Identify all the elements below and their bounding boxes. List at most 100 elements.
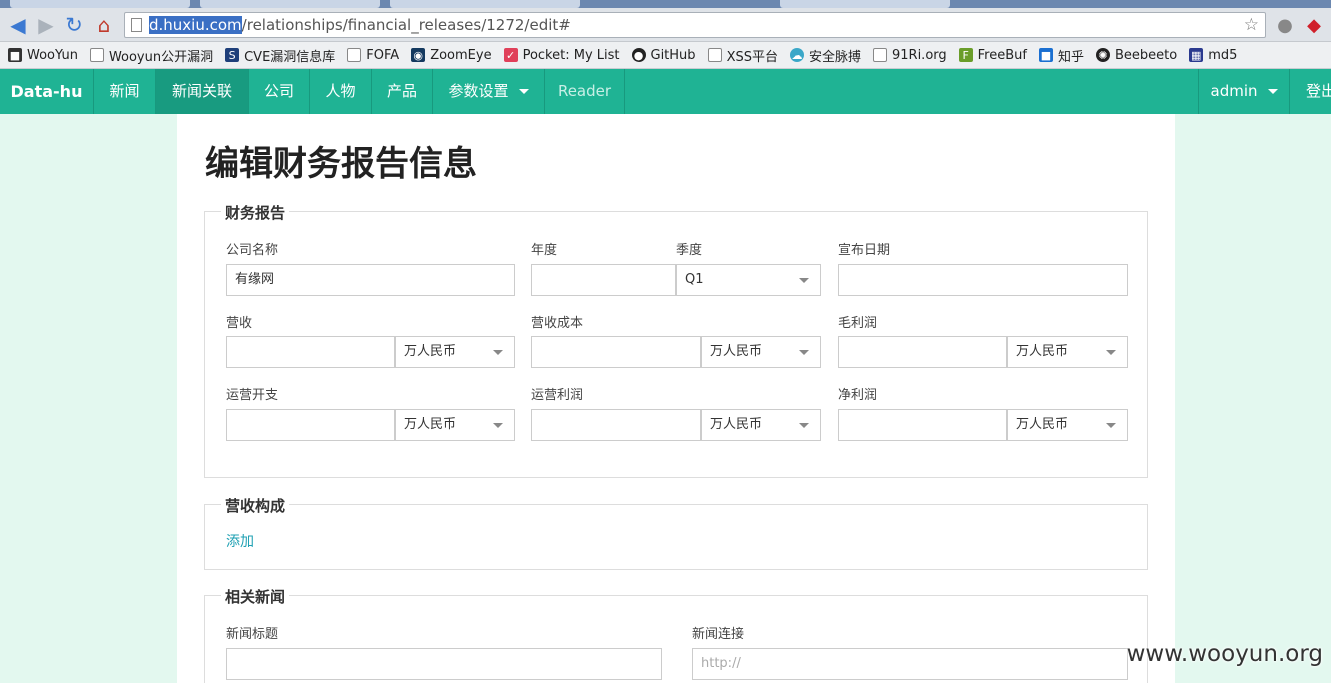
bookmarks-bar: ■ WooYun Wooyun公开漏洞 S CVE漏洞信息库 FOFA ◉ ZoomE… <box>0 42 1331 69</box>
user-menu-dropdown[interactable]: admin <box>1198 69 1290 114</box>
nav-people[interactable]: 人物 <box>310 69 372 114</box>
news-title-label: 新闻标题 <box>226 627 279 642</box>
related-news-fieldset: 相关新闻 新闻标题 新闻连接 http:// <box>204 586 1148 683</box>
operating-profit-currency-select[interactable]: 万人民币 <box>701 409 821 441</box>
user-name: admin <box>1210 82 1258 100</box>
bookmark-github[interactable]: ● GitHub <box>631 48 696 63</box>
back-icon[interactable]: ◀ <box>6 13 30 37</box>
currency-value: 万人民币 <box>710 344 763 359</box>
bookmark-zoomeye[interactable]: ◉ ZoomEye <box>411 48 492 63</box>
bookmark-91ri[interactable]: 91Ri.org <box>873 48 947 63</box>
gross-profit-label: 毛利润 <box>838 316 878 331</box>
zoomeye-icon: ◉ <box>411 48 426 62</box>
address-bar[interactable]: d.huxiu.com/relationships/financial_rele… <box>124 12 1266 38</box>
cve-icon: S <box>225 48 240 62</box>
bookmark-wooyun-public[interactable]: Wooyun公开漏洞 <box>89 46 213 65</box>
browser-tabstrip <box>0 0 1331 8</box>
browser-tab[interactable] <box>390 0 580 8</box>
chevron-down-icon <box>799 423 809 428</box>
operating-expense-currency-select[interactable]: 万人民币 <box>395 409 515 441</box>
net-profit-input[interactable] <box>838 409 1007 441</box>
bookmark-freebuf[interactable]: F FreeBuf <box>958 48 1027 63</box>
browser-tab[interactable] <box>780 0 950 8</box>
reload-icon[interactable]: ↻ <box>62 13 86 37</box>
year-input[interactable] <box>531 264 676 296</box>
zhihu-icon: ■ <box>1038 48 1053 62</box>
home-icon[interactable]: ⌂ <box>92 13 116 37</box>
page-icon <box>89 48 104 62</box>
page-icon <box>707 48 722 62</box>
browser-tab[interactable] <box>10 0 190 8</box>
revenue-cost-label: 营收成本 <box>531 316 584 331</box>
currency-value: 万人民币 <box>404 344 457 359</box>
nav-product[interactable]: 产品 <box>372 69 433 114</box>
bookmark-zhihu[interactable]: ■ 知乎 <box>1038 46 1084 65</box>
news-title-input[interactable] <box>226 648 662 680</box>
quarter-value: Q1 <box>685 272 704 287</box>
bookmark-star-icon[interactable]: ☆ <box>1244 13 1259 37</box>
gross-profit-input[interactable] <box>838 336 1007 368</box>
forward-icon[interactable]: ▶ <box>34 13 58 37</box>
gross-profit-currency-select[interactable]: 万人民币 <box>1007 336 1128 368</box>
caret-down-icon <box>1267 89 1278 94</box>
currency-value: 万人民币 <box>710 417 763 432</box>
add-composition-link[interactable]: 添加 <box>226 531 254 551</box>
browser-toolbar: ◀ ▶ ↻ ⌂ d.huxiu.com/relationships/financ… <box>0 8 1331 42</box>
bookmark-beebeeto[interactable]: ✺ Beebeeto <box>1095 48 1177 63</box>
quarter-select[interactable]: Q1 <box>676 264 821 296</box>
net-profit-currency-select[interactable]: 万人民币 <box>1007 409 1128 441</box>
financial-report-fieldset: 财务报告 公司名称 有缘网 年度 季度 Q1 宣布日期 营收 万人民币 营收成本… <box>204 202 1148 478</box>
nav-news[interactable]: 新闻 <box>94 69 156 114</box>
revenue-currency-select[interactable]: 万人民币 <box>395 336 515 368</box>
operating-profit-label: 运营利润 <box>531 388 584 403</box>
browser-tab[interactable] <box>200 0 380 8</box>
page-icon <box>873 48 887 62</box>
chevron-down-icon <box>493 350 503 355</box>
currency-value: 万人民币 <box>1016 344 1069 359</box>
related-news-legend: 相关新闻 <box>221 586 290 607</box>
quarter-label: 季度 <box>676 243 703 258</box>
announce-date-label: 宣布日期 <box>838 243 891 258</box>
nav-reader[interactable]: Reader <box>545 69 625 114</box>
revenue-composition-legend: 营收构成 <box>221 495 290 516</box>
bookmark-cve[interactable]: S CVE漏洞信息库 <box>225 46 335 65</box>
operating-expense-label: 运营开支 <box>226 388 279 403</box>
nav-news-relations[interactable]: 新闻关联 <box>156 69 249 114</box>
nav-company[interactable]: 公司 <box>249 69 310 114</box>
beebeeto-icon: ✺ <box>1095 48 1110 62</box>
company-name-input[interactable]: 有缘网 <box>226 264 515 296</box>
logout-link[interactable]: 登出 <box>1290 69 1331 114</box>
bookmark-secpulse[interactable]: ☁ 安全脉搏 <box>789 46 861 65</box>
news-link-input[interactable]: http:// <box>692 648 1128 680</box>
bookmark-wooyun[interactable]: ■ WooYun <box>8 48 78 63</box>
operating-profit-input[interactable] <box>531 409 701 441</box>
bookmark-xss[interactable]: XSS平台 <box>707 46 778 65</box>
nav-params-dropdown[interactable]: 参数设置 <box>433 69 545 114</box>
currency-value: 万人民币 <box>404 417 457 432</box>
caret-down-icon <box>518 89 529 94</box>
cloud-icon: ☁ <box>789 48 804 62</box>
page-title: 编辑财务报告信息 <box>205 144 477 184</box>
url-path: /relationships/financial_releases/1272/e… <box>241 16 571 34</box>
pocket-icon: ✓ <box>503 48 518 62</box>
chevron-down-icon <box>1106 350 1116 355</box>
news-link-label: 新闻连接 <box>692 627 745 642</box>
top-navbar: Data-hu 新闻 新闻关联 公司 人物 产品 参数设置 Reader adm… <box>0 69 1331 114</box>
brand-link[interactable]: Data-hu <box>0 69 94 114</box>
bookmark-pocket[interactable]: ✓ Pocket: My List <box>503 48 620 63</box>
net-profit-label: 净利润 <box>838 388 878 403</box>
operating-expense-input[interactable] <box>226 409 395 441</box>
nav-params-label: 参数设置 <box>448 82 509 100</box>
chevron-down-icon <box>799 350 809 355</box>
extension-icon[interactable]: ◆ <box>1302 13 1326 37</box>
bookmark-md5[interactable]: ▦ md5 <box>1189 48 1237 63</box>
revenue-input[interactable] <box>226 336 395 368</box>
freebuf-icon: F <box>958 48 973 62</box>
revenue-cost-input[interactable] <box>531 336 701 368</box>
globe-icon[interactable]: ● <box>1273 13 1297 37</box>
chevron-down-icon <box>493 423 503 428</box>
announce-date-input[interactable] <box>838 264 1128 296</box>
revenue-cost-currency-select[interactable]: 万人民币 <box>701 336 821 368</box>
bookmark-fofa[interactable]: FOFA <box>347 48 399 63</box>
page-icon <box>347 48 362 62</box>
